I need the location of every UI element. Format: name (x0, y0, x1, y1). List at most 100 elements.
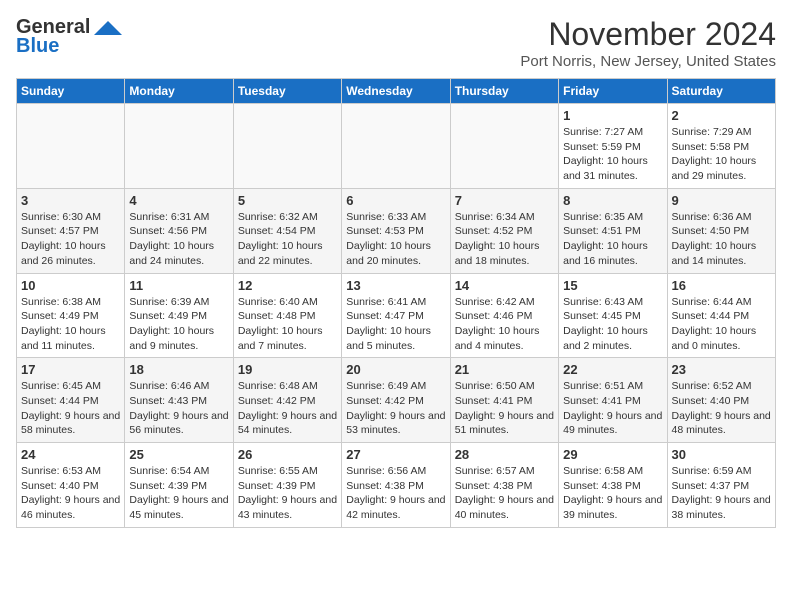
calendar-cell: 12 Sunrise: 6:40 AM Sunset: 4:48 PM Dayli… (233, 273, 341, 358)
calendar-cell: 8 Sunrise: 6:35 AM Sunset: 4:51 PM Daylig… (559, 188, 667, 273)
weekday-header-wednesday: Wednesday (342, 79, 450, 104)
day-info: Sunrise: 6:32 AM Sunset: 4:54 PM Dayligh… (238, 210, 337, 269)
day-info: Sunrise: 6:39 AM Sunset: 4:49 PM Dayligh… (129, 295, 228, 354)
day-number: 27 (346, 447, 445, 462)
day-info: Sunrise: 6:43 AM Sunset: 4:45 PM Dayligh… (563, 295, 662, 354)
day-info: Sunrise: 6:31 AM Sunset: 4:56 PM Dayligh… (129, 210, 228, 269)
calendar-cell: 27 Sunrise: 6:56 AM Sunset: 4:38 PM Dayli… (342, 443, 450, 528)
day-info: Sunrise: 6:42 AM Sunset: 4:46 PM Dayligh… (455, 295, 554, 354)
day-number: 8 (563, 193, 662, 208)
calendar-cell: 24Sunrise: 6:53 AM Sunset: 4:40 PM Dayli… (17, 443, 125, 528)
day-info: Sunrise: 6:55 AM Sunset: 4:39 PM Dayligh… (238, 464, 337, 523)
day-number: 22 (563, 362, 662, 377)
calendar-cell: 14 Sunrise: 6:42 AM Sunset: 4:46 PM Dayli… (450, 273, 558, 358)
day-info: Sunrise: 6:52 AM Sunset: 4:40 PM Dayligh… (672, 379, 771, 438)
day-number: 21 (455, 362, 554, 377)
weekday-header-sunday: Sunday (17, 79, 125, 104)
day-number: 20 (346, 362, 445, 377)
day-number: 7 (455, 193, 554, 208)
day-info: Sunrise: 6:36 AM Sunset: 4:50 PM Dayligh… (672, 210, 771, 269)
calendar-cell: 2Sunrise: 7:29 AM Sunset: 5:58 PM Daylig… (667, 104, 775, 189)
day-info: Sunrise: 7:27 AM Sunset: 5:59 PM Dayligh… (563, 125, 662, 184)
day-number: 30 (672, 447, 771, 462)
day-info: Sunrise: 6:40 AM Sunset: 4:48 PM Dayligh… (238, 295, 337, 354)
day-info: Sunrise: 6:59 AM Sunset: 4:37 PM Dayligh… (672, 464, 771, 523)
calendar-cell: 30 Sunrise: 6:59 AM Sunset: 4:37 PM Dayli… (667, 443, 775, 528)
weekday-header-monday: Monday (125, 79, 233, 104)
day-number: 25 (129, 447, 228, 462)
calendar-cell: 4 Sunrise: 6:31 AM Sunset: 4:56 PM Daylig… (125, 188, 233, 273)
weekday-header-friday: Friday (559, 79, 667, 104)
location-title: Port Norris, New Jersey, United States (520, 53, 776, 70)
calendar-cell: 26 Sunrise: 6:55 AM Sunset: 4:39 PM Dayli… (233, 443, 341, 528)
calendar-cell (233, 104, 341, 189)
logo: General Blue (16, 16, 122, 58)
calendar-cell: 20 Sunrise: 6:49 AM Sunset: 4:42 PM Dayli… (342, 358, 450, 443)
calendar-table: SundayMondayTuesdayWednesdayThursdayFrid… (16, 78, 776, 528)
day-number: 5 (238, 193, 337, 208)
calendar-cell (125, 104, 233, 189)
day-info: Sunrise: 6:56 AM Sunset: 4:38 PM Dayligh… (346, 464, 445, 523)
calendar-cell: 19Sunrise: 6:48 AM Sunset: 4:42 PM Dayli… (233, 358, 341, 443)
day-number: 16 (672, 278, 771, 293)
calendar-cell: 18 Sunrise: 6:46 AM Sunset: 4:43 PM Dayli… (125, 358, 233, 443)
day-number: 3 (21, 193, 120, 208)
calendar-cell: 9 Sunrise: 6:36 AM Sunset: 4:50 PM Daylig… (667, 188, 775, 273)
day-info: Sunrise: 6:44 AM Sunset: 4:44 PM Dayligh… (672, 295, 771, 354)
day-number: 15 (563, 278, 662, 293)
calendar-cell (17, 104, 125, 189)
day-number: 18 (129, 362, 228, 377)
day-info: Sunrise: 6:38 AM Sunset: 4:49 PM Dayligh… (21, 295, 120, 354)
day-info: Sunrise: 6:46 AM Sunset: 4:43 PM Dayligh… (129, 379, 228, 438)
day-info: Sunrise: 6:45 AM Sunset: 4:44 PM Dayligh… (21, 379, 120, 438)
day-number: 28 (455, 447, 554, 462)
day-info: Sunrise: 6:48 AM Sunset: 4:42 PM Dayligh… (238, 379, 337, 438)
calendar-cell: 7 Sunrise: 6:34 AM Sunset: 4:52 PM Daylig… (450, 188, 558, 273)
calendar-cell: 15 Sunrise: 6:43 AM Sunset: 4:45 PM Dayli… (559, 273, 667, 358)
day-info: Sunrise: 6:34 AM Sunset: 4:52 PM Dayligh… (455, 210, 554, 269)
calendar-cell: 25 Sunrise: 6:54 AM Sunset: 4:39 PM Dayli… (125, 443, 233, 528)
calendar-cell: 21 Sunrise: 6:50 AM Sunset: 4:41 PM Dayli… (450, 358, 558, 443)
day-number: 14 (455, 278, 554, 293)
weekday-header-tuesday: Tuesday (233, 79, 341, 104)
logo-blue: Blue (16, 35, 59, 58)
calendar-cell: 10 Sunrise: 6:38 AM Sunset: 4:49 PM Dayli… (17, 273, 125, 358)
calendar-cell: 1 Sunrise: 7:27 AM Sunset: 5:59 PM Daylig… (559, 104, 667, 189)
calendar-cell: 29Sunrise: 6:58 AM Sunset: 4:38 PM Dayli… (559, 443, 667, 528)
day-info: Sunrise: 6:51 AM Sunset: 4:41 PM Dayligh… (563, 379, 662, 438)
day-number: 17 (21, 362, 120, 377)
calendar-cell: 13Sunrise: 6:41 AM Sunset: 4:47 PM Dayli… (342, 273, 450, 358)
month-title: November 2024 (520, 16, 776, 53)
calendar-cell: 17 Sunrise: 6:45 AM Sunset: 4:44 PM Dayli… (17, 358, 125, 443)
day-number: 11 (129, 278, 228, 293)
day-info: Sunrise: 6:35 AM Sunset: 4:51 PM Dayligh… (563, 210, 662, 269)
day-number: 9 (672, 193, 771, 208)
day-number: 12 (238, 278, 337, 293)
day-number: 10 (21, 278, 120, 293)
day-info: Sunrise: 6:58 AM Sunset: 4:38 PM Dayligh… (563, 464, 662, 523)
day-info: Sunrise: 6:57 AM Sunset: 4:38 PM Dayligh… (455, 464, 554, 523)
day-info: Sunrise: 6:54 AM Sunset: 4:39 PM Dayligh… (129, 464, 228, 523)
day-info: Sunrise: 6:41 AM Sunset: 4:47 PM Dayligh… (346, 295, 445, 354)
calendar-cell: 16 Sunrise: 6:44 AM Sunset: 4:44 PM Dayli… (667, 273, 775, 358)
day-info: Sunrise: 6:33 AM Sunset: 4:53 PM Dayligh… (346, 210, 445, 269)
day-info: Sunrise: 6:50 AM Sunset: 4:41 PM Dayligh… (455, 379, 554, 438)
calendar-cell: 22 Sunrise: 6:51 AM Sunset: 4:41 PM Dayli… (559, 358, 667, 443)
day-number: 26 (238, 447, 337, 462)
calendar-cell: 23Sunrise: 6:52 AM Sunset: 4:40 PM Dayli… (667, 358, 775, 443)
day-info: Sunrise: 6:53 AM Sunset: 4:40 PM Dayligh… (21, 464, 120, 523)
day-number: 1 (563, 108, 662, 123)
day-number: 4 (129, 193, 228, 208)
calendar-cell (342, 104, 450, 189)
weekday-header-saturday: Saturday (667, 79, 775, 104)
day-info: Sunrise: 6:30 AM Sunset: 4:57 PM Dayligh… (21, 210, 120, 269)
calendar-cell: 6Sunrise: 6:33 AM Sunset: 4:53 PM Daylig… (342, 188, 450, 273)
day-number: 2 (672, 108, 771, 123)
day-info: Sunrise: 6:49 AM Sunset: 4:42 PM Dayligh… (346, 379, 445, 438)
logo-arrow-icon (94, 21, 122, 35)
calendar-cell: 3 Sunrise: 6:30 AM Sunset: 4:57 PM Daylig… (17, 188, 125, 273)
calendar-cell: 5 Sunrise: 6:32 AM Sunset: 4:54 PM Daylig… (233, 188, 341, 273)
calendar-cell: 28 Sunrise: 6:57 AM Sunset: 4:38 PM Dayli… (450, 443, 558, 528)
calendar-cell: 11 Sunrise: 6:39 AM Sunset: 4:49 PM Dayli… (125, 273, 233, 358)
weekday-header-thursday: Thursday (450, 79, 558, 104)
